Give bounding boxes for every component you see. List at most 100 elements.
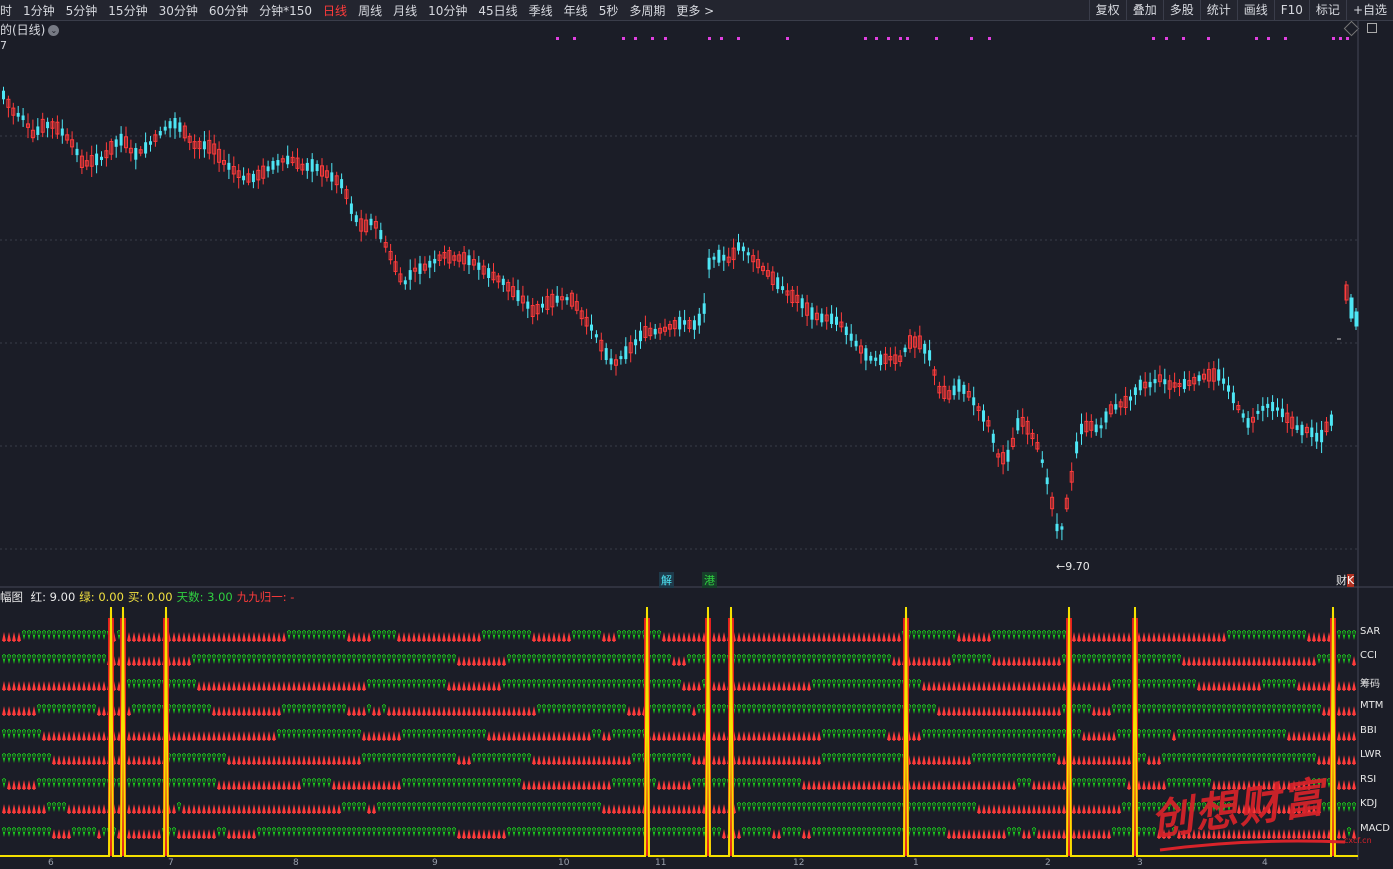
- up-arrow: [717, 804, 721, 814]
- down-arrow: [857, 654, 861, 664]
- up-arrow: [747, 755, 751, 765]
- down-arrow: [327, 630, 331, 640]
- up-arrow: [152, 829, 156, 839]
- down-arrow: [42, 704, 46, 714]
- up-arrow: [297, 681, 301, 691]
- down-arrow: [222, 827, 226, 837]
- down-arrow: [257, 654, 261, 664]
- indicator-name[interactable]: 幅图: [0, 590, 23, 604]
- down-arrow: [552, 679, 556, 689]
- down-arrow: [822, 802, 826, 812]
- down-arrow: [437, 778, 441, 788]
- down-arrow: [12, 827, 16, 837]
- down-arrow: [817, 704, 821, 714]
- up-arrow: [882, 632, 886, 642]
- down-arrow: [1142, 802, 1146, 812]
- up-arrow: [77, 731, 81, 741]
- up-arrow: [687, 632, 691, 642]
- up-arrow: [692, 804, 696, 814]
- up-arrow: [377, 780, 381, 790]
- up-arrow: [257, 706, 261, 716]
- down-arrow: [737, 802, 741, 812]
- down-arrow: [837, 654, 841, 664]
- up-arrow: [372, 780, 376, 790]
- down-arrow: [827, 704, 831, 714]
- tag-gang[interactable]: 港: [702, 572, 717, 588]
- down-arrow: [1342, 630, 1346, 640]
- down-arrow: [2, 753, 6, 763]
- down-arrow: [1127, 704, 1131, 714]
- up-arrow: [522, 706, 526, 716]
- down-arrow: [792, 654, 796, 664]
- indicator-row-label-2: 筹码: [1360, 679, 1380, 690]
- down-arrow: [1182, 679, 1186, 689]
- watermark-url: cxcf.cn: [1344, 836, 1372, 845]
- up-arrow: [1177, 632, 1181, 642]
- up-arrow: [657, 804, 661, 814]
- down-arrow: [1072, 654, 1076, 664]
- up-arrow: [1007, 656, 1011, 666]
- down-arrow: [917, 679, 921, 689]
- up-arrow: [742, 731, 746, 741]
- up-arrow: [1147, 755, 1151, 765]
- candle-body: [428, 260, 432, 268]
- tag-cai[interactable]: 财K: [1334, 572, 1356, 588]
- down-arrow: [1347, 654, 1351, 664]
- up-arrow: [317, 755, 321, 765]
- down-arrow: [822, 654, 826, 664]
- up-arrow: [247, 632, 251, 642]
- up-arrow: [1322, 731, 1326, 741]
- down-arrow: [592, 654, 596, 664]
- down-arrow: [357, 827, 361, 837]
- down-arrow: [47, 654, 51, 664]
- up-arrow: [1297, 656, 1301, 666]
- up-arrow: [782, 731, 786, 741]
- down-arrow: [307, 827, 311, 837]
- candle-body: [781, 286, 785, 291]
- up-arrow: [247, 804, 251, 814]
- down-arrow: [367, 654, 371, 664]
- down-arrow: [447, 778, 451, 788]
- up-arrow: [1352, 706, 1356, 716]
- candle-body: [433, 258, 437, 264]
- up-arrow: [207, 829, 211, 839]
- down-arrow: [912, 630, 916, 640]
- up-arrow: [197, 804, 201, 814]
- up-arrow: [1107, 755, 1111, 765]
- down-arrow: [752, 654, 756, 664]
- candle-body: [1104, 411, 1108, 423]
- kline-chart[interactable]: ←9.70: [0, 0, 1393, 869]
- down-arrow: [27, 827, 31, 837]
- down-arrow: [12, 729, 16, 739]
- down-arrow: [1292, 630, 1296, 640]
- down-arrow: [1302, 753, 1306, 763]
- down-arrow: [852, 704, 856, 714]
- up-arrow: [247, 706, 251, 716]
- down-arrow: [382, 753, 386, 763]
- up-arrow: [822, 632, 826, 642]
- up-arrow: [467, 681, 471, 691]
- down-arrow: [417, 654, 421, 664]
- down-arrow: [232, 654, 236, 664]
- up-arrow: [127, 656, 131, 666]
- up-arrow: [1207, 656, 1211, 666]
- down-arrow: [572, 827, 576, 837]
- up-arrow: [1002, 780, 1006, 790]
- up-arrow: [927, 656, 931, 666]
- up-arrow: [407, 706, 411, 716]
- down-arrow: [377, 630, 381, 640]
- down-arrow: [1017, 729, 1021, 739]
- tag-jie[interactable]: 解: [659, 572, 674, 588]
- candle-body: [1163, 379, 1167, 385]
- down-arrow: [292, 654, 296, 664]
- up-arrow: [1347, 755, 1351, 765]
- up-arrow: [912, 780, 916, 790]
- down-arrow: [857, 704, 861, 714]
- up-arrow: [17, 681, 21, 691]
- down-arrow: [1057, 729, 1061, 739]
- up-arrow: [652, 731, 656, 741]
- up-arrow: [282, 804, 286, 814]
- down-arrow: [1212, 753, 1216, 763]
- down-arrow: [507, 753, 511, 763]
- up-arrow: [157, 656, 161, 666]
